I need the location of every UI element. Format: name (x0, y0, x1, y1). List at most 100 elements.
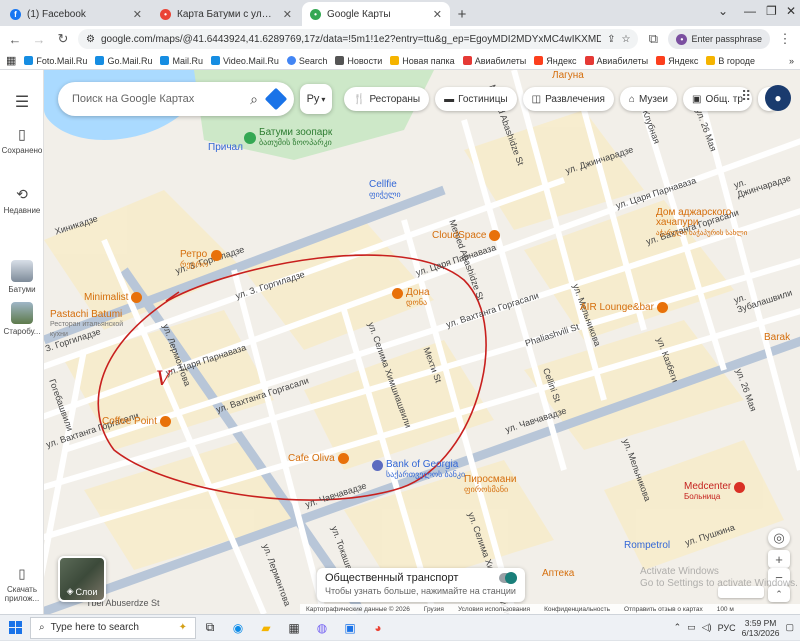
rail-recent[interactable]: ⟲ Недавние (0, 186, 44, 215)
bookmark-item[interactable]: Search (286, 56, 327, 66)
rail-place-batumi[interactable]: Батуми (0, 260, 44, 294)
windows-start-button[interactable] (0, 615, 30, 641)
chip-entertainment[interactable]: ◫ Развлечения (522, 87, 614, 111)
clock[interactable]: 3:59 PM 6/13/2026 (742, 618, 780, 638)
close-window-icon[interactable]: ✕ (786, 4, 796, 18)
poi-pier[interactable]: Причал (208, 142, 243, 153)
chevron-up-icon[interactable]: ⌃ (674, 622, 682, 633)
minimize-icon[interactable]: — (744, 4, 756, 18)
tab-batumi-map[interactable]: • Карта Батуми с улицами и но ✕ (152, 2, 300, 26)
directions-icon[interactable] (264, 87, 288, 111)
poi-pastachi[interactable]: Pastachi Batumi Ресторан итальянской кухн… (50, 310, 130, 340)
attribution-link[interactable]: Отправить отзыв о картах (624, 606, 703, 613)
bookmark-item[interactable]: Яндекс (656, 56, 698, 66)
new-tab-button[interactable]: + (450, 2, 474, 26)
poi-pirosmani[interactable]: Пиросмани ფიროსმანი (464, 475, 516, 495)
bookmark-item[interactable]: Foto.Mail.Ru (24, 56, 87, 66)
address-bar[interactable]: ⚙ google.com/maps/@41.6443924,41.6289769… (78, 29, 639, 49)
chrome-icon[interactable]: ◕ (364, 615, 392, 641)
task-view-icon[interactable]: ⧉ (196, 615, 224, 641)
rail-install-app[interactable]: ▯ Скачать прилож... (0, 566, 44, 603)
bookmark-item[interactable]: Новости (335, 56, 382, 66)
attribution-link[interactable]: Грузия (424, 606, 444, 613)
language-select[interactable]: Ру ▾ (300, 84, 332, 114)
poi-pharmacy[interactable]: Аптека (542, 568, 574, 579)
poi-coffee-point[interactable]: Coffee Point (102, 416, 171, 427)
restore-icon[interactable]: ❐ (766, 4, 777, 18)
account-avatar[interactable]: ● (765, 85, 791, 111)
bookmark-item[interactable]: Авиабилеты (584, 56, 648, 66)
search-box[interactable]: Поиск на Google Картах ⌕ (58, 82, 294, 116)
bookmark-item[interactable]: Video.Mail.Ru (210, 56, 279, 66)
search-input[interactable]: Поиск на Google Картах (72, 93, 240, 105)
photos-icon[interactable]: ▣ (336, 615, 364, 641)
poi-medcenter[interactable]: Medcenter Больница (684, 482, 746, 502)
chevron-right-icon[interactable]: » (789, 56, 794, 66)
chevron-down-icon[interactable]: ⌄ (718, 4, 728, 18)
viber-icon[interactable]: ◍ (308, 615, 336, 641)
store-icon[interactable]: ▦ (280, 615, 308, 641)
bed-icon: ▬ (444, 93, 455, 105)
poi-cloudspace[interactable]: CloudSpace (432, 230, 501, 241)
my-location-button[interactable]: ◎ (768, 528, 790, 548)
reload-icon[interactable]: ↻ (54, 31, 72, 47)
bookmark-folder[interactable]: Новая папка (390, 56, 455, 66)
file-explorer-icon[interactable]: ▰ (252, 615, 280, 641)
poi-zoo[interactable]: Батуми зоопарк ბათუმის ზოოპარკი (244, 128, 332, 148)
transit-toggle[interactable] (499, 572, 517, 584)
transit-card[interactable]: Общественный транспорт Чтобы узнать боль… (317, 568, 525, 602)
poi-cellfie[interactable]: Cellfie ფიჭელი (369, 180, 401, 200)
poi-barak[interactable]: Barak (764, 332, 790, 343)
star-icon[interactable]: ☆ (621, 34, 630, 45)
google-apps-icon[interactable]: ⠿ (741, 88, 751, 105)
extensions-icon[interactable]: ⧉ (644, 31, 662, 47)
chip-restaurants[interactable]: 🍴 Рестораны (344, 87, 430, 111)
poi-cafe-oliva[interactable]: Cafe Oliva (288, 453, 349, 464)
clock-date: 6/13/2026 (741, 627, 780, 638)
poi-rompetrol[interactable]: Rompetrol (624, 540, 670, 551)
apps-icon[interactable]: ▦ (6, 54, 16, 67)
poi-retro[interactable]: Ретро რეტრო (180, 249, 223, 270)
map-canvas[interactable]: ул. 3. Горгиладзе ул. З. Горгиладзе З. Г… (44, 70, 800, 614)
forward-icon[interactable]: → (30, 32, 48, 47)
search-icon[interactable]: ⌕ (250, 91, 258, 108)
volume-icon[interactable]: ◁) (702, 622, 712, 633)
rail-place-starobu[interactable]: Старобу... (0, 302, 44, 336)
close-icon[interactable]: ✕ (283, 8, 292, 21)
close-icon[interactable]: ✕ (133, 8, 142, 21)
menu-button[interactable]: ☰ (0, 92, 44, 112)
bookmark-item[interactable]: Go.Mail.Ru (95, 56, 152, 66)
bookmark-folder[interactable]: В городе (706, 56, 755, 66)
share-icon[interactable]: ⇪ (607, 34, 615, 45)
chevron-up-icon: ⌃ (775, 588, 783, 599)
chip-hotels[interactable]: ▬ Гостиницы (435, 87, 517, 111)
chip-museums[interactable]: ⌂ Музеи (619, 87, 677, 111)
close-icon[interactable]: ✕ (433, 8, 442, 21)
attribution-link[interactable]: Конфиденциальность (544, 606, 610, 613)
bookmark-item[interactable]: Яндекс (534, 56, 577, 66)
network-icon[interactable]: ▭ (687, 622, 696, 633)
poi-name: Ретро (180, 249, 208, 260)
notification-icon[interactable]: ▢ (785, 622, 794, 633)
passphrase-button[interactable]: • Enter passphrase (668, 29, 770, 49)
poi-air-lounge[interactable]: AIR Lounge&bar (580, 302, 668, 313)
edge-icon[interactable]: ◉ (224, 615, 252, 641)
input-language[interactable]: РУС (718, 623, 736, 633)
poi-minimalist[interactable]: Minimalist (84, 292, 143, 303)
bookmark-item[interactable]: Авиабилеты (462, 56, 526, 66)
poi-dona[interactable]: Дона დონა (392, 288, 430, 308)
poi-laguna[interactable]: Лагуна (552, 70, 584, 81)
back-icon[interactable]: ← (6, 32, 24, 47)
bookmark-item[interactable]: Mail.Ru (160, 56, 203, 66)
tab-google-maps[interactable]: • Google Карты ✕ (302, 2, 450, 26)
rail-saved[interactable]: ▯ Сохранено (0, 126, 44, 155)
menu-kebab-icon[interactable]: ⋮ (776, 31, 794, 47)
poi-khachapuri-house[interactable]: Дом аджарского хачапури აჭარული ხაჭაპურის… (656, 208, 766, 239)
attribution-link[interactable]: Условия использования (458, 606, 530, 613)
poi-bank-of-georgia[interactable]: Bank of Georgia საქართველოს ბანკი (372, 460, 465, 480)
taskbar-search[interactable]: ⌕ Type here to search ✦ (30, 616, 196, 639)
tab-facebook[interactable]: f (1) Facebook ✕ (2, 2, 150, 26)
poi-name: Пиросмани (464, 474, 517, 485)
site-info-icon[interactable]: ⚙ (86, 34, 95, 45)
layers-button[interactable]: ◈ Слои (58, 556, 106, 602)
